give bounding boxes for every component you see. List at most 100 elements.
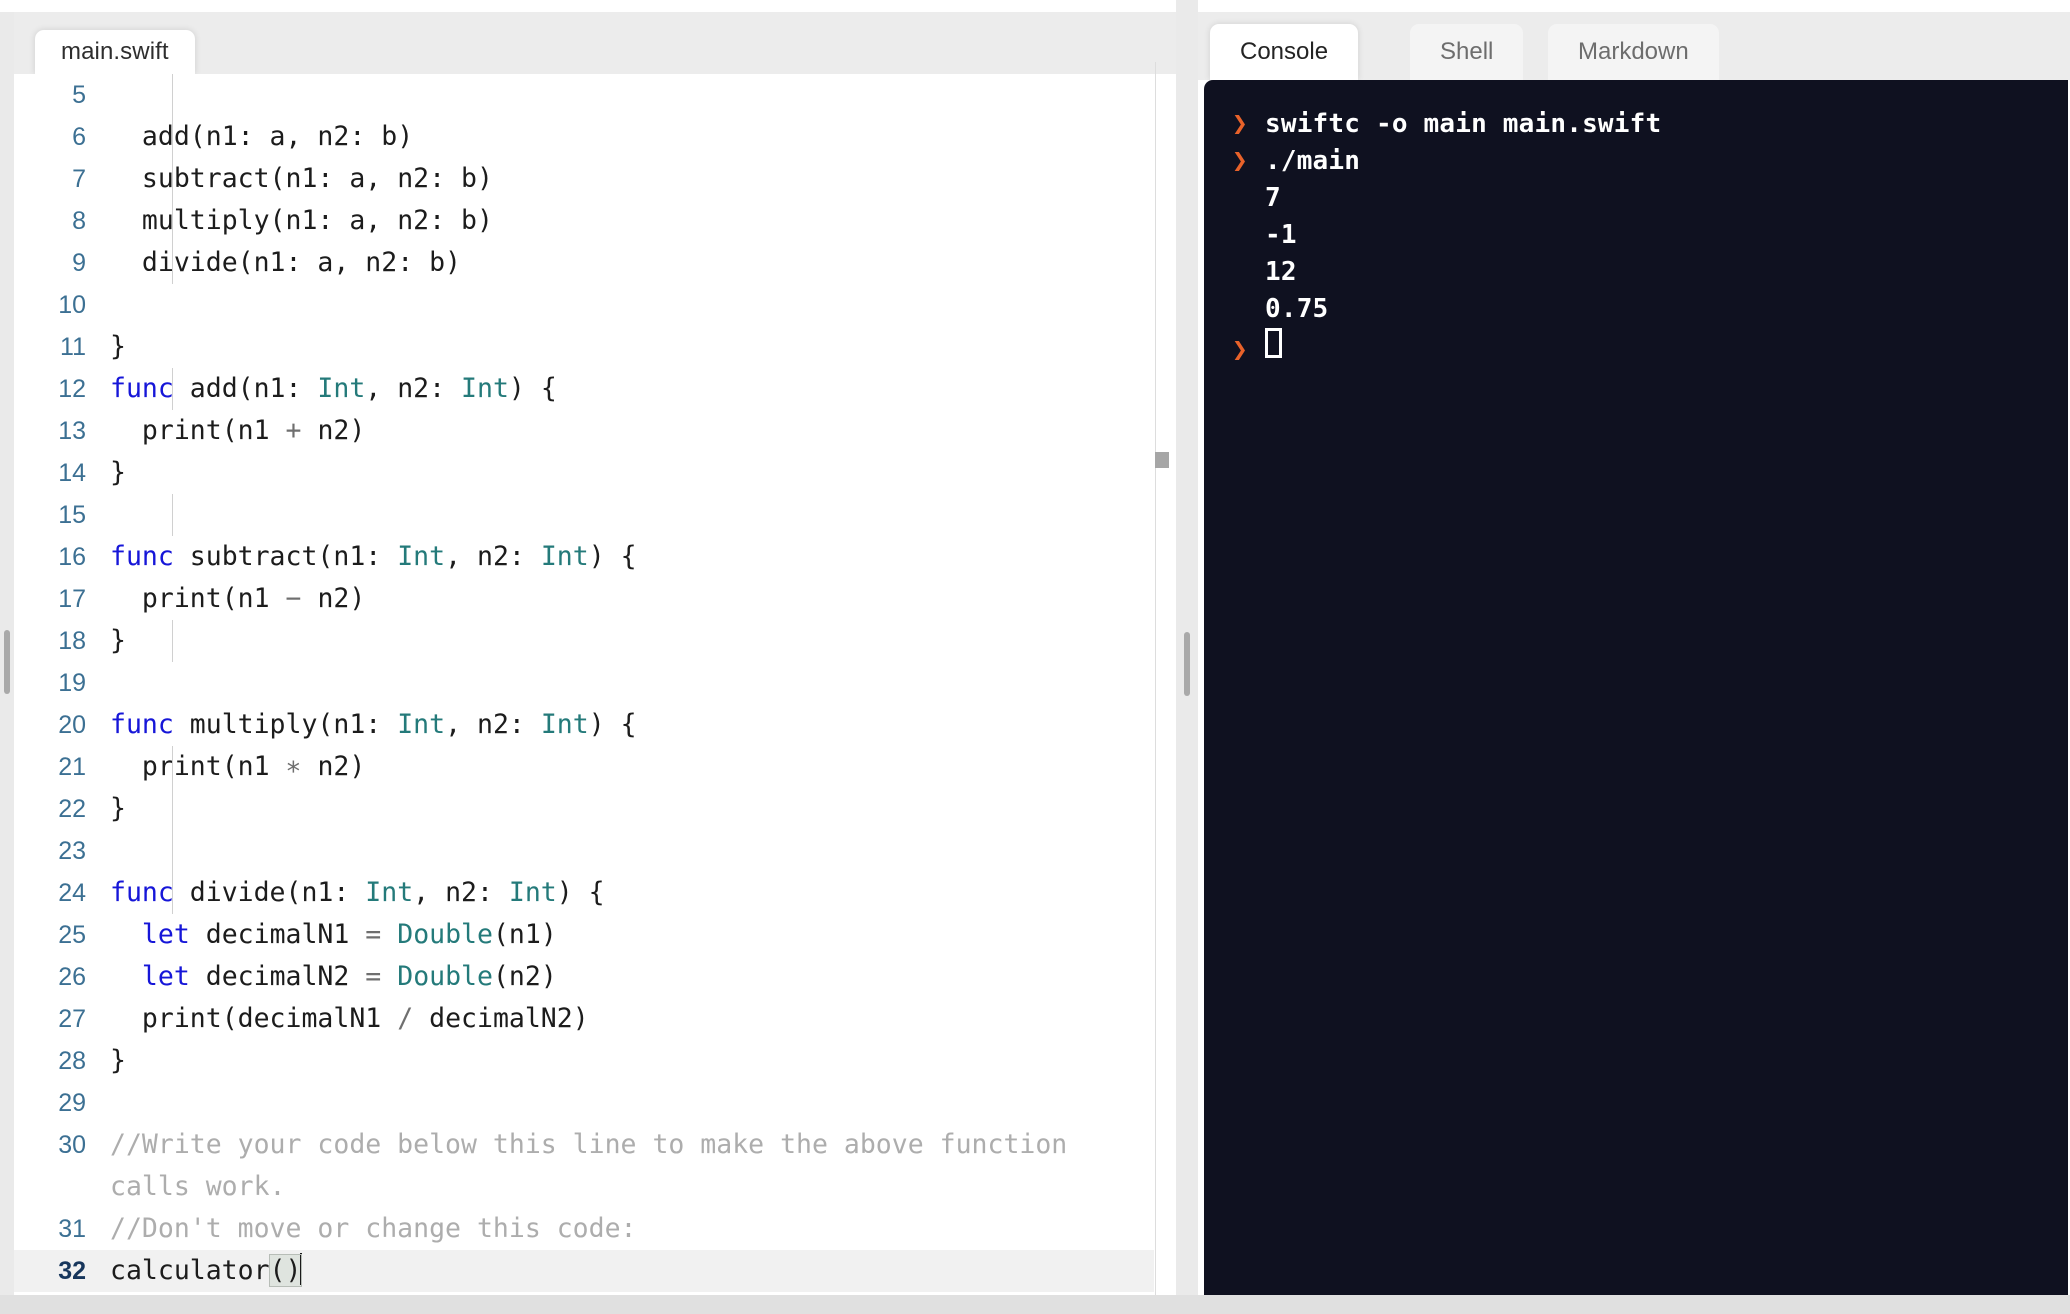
code-line[interactable]: 28}	[14, 1040, 1154, 1082]
code-token-plain: divide(n1: a, n2: b)	[110, 247, 462, 278]
code-line[interactable]: 7 subtract(n1: a, n2: b)	[14, 158, 1154, 200]
line-number: 6	[72, 123, 86, 151]
code-token-plain: ) {	[588, 541, 637, 572]
code-line[interactable]: 22}	[14, 788, 1154, 830]
code-line[interactable]: 24 func divide(n1: Int, n2: Int) {	[14, 872, 1154, 914]
indent-guide	[172, 74, 173, 284]
code-token-plain: , n2:	[413, 877, 509, 908]
line-number: 24	[58, 879, 86, 907]
line-number: 17	[58, 585, 86, 613]
code-token-plain: multiply(n1:	[173, 709, 398, 740]
code-line[interactable]: 10	[14, 284, 1154, 326]
line-number: 14	[58, 459, 86, 487]
tab-shell[interactable]: Shell	[1410, 24, 1524, 80]
code-line[interactable]: 14}	[14, 452, 1154, 494]
text-caret	[300, 1253, 303, 1285]
console-line: ❯	[1232, 328, 2068, 365]
code-line[interactable]: 23	[14, 830, 1154, 872]
console-output-value: 7	[1265, 183, 1281, 213]
console-line: 7	[1232, 180, 2068, 217]
code-line[interactable]: 15	[14, 494, 1154, 536]
tab-console-label: Console	[1240, 38, 1329, 65]
prompt-chevron-icon: ❯	[1232, 109, 1248, 139]
code-token-plain: calculator	[110, 1255, 270, 1286]
code-token-kw: func	[110, 709, 174, 740]
code-line[interactable]: 21 print(n1 ∗ n2)	[14, 746, 1154, 788]
code-line[interactable]: 18}	[14, 620, 1154, 662]
code-token-plain: (n2)	[492, 961, 557, 992]
line-text: subtract(n1: a, n2: b)	[110, 158, 1154, 200]
code-line[interactable]: 25 let decimalN1 = Double(n1)	[14, 914, 1154, 956]
code-token-plain: , n2:	[365, 373, 462, 404]
line-number: 13	[58, 417, 86, 445]
code-line[interactable]: 9 divide(n1: a, n2: b)	[14, 242, 1154, 284]
code-line[interactable]: 5	[14, 74, 1154, 116]
code-token-type: Int	[397, 541, 446, 572]
left-splitter-grip[interactable]	[4, 630, 10, 694]
editor-scroll-container[interactable]: 56 add(n1: a, n2: b) 7 subtract(n1: a, n2…	[14, 74, 1176, 1314]
line-text: }	[110, 620, 1154, 662]
code-token-plain: print(decimalN1	[110, 1003, 398, 1034]
indent-guide	[172, 494, 173, 536]
console-output-value: -1	[1265, 220, 1297, 250]
code-line[interactable]: 13 print(n1 + n2)	[14, 410, 1154, 452]
code-token-op: −	[285, 583, 302, 614]
line-text: print(n1 ∗ n2)	[110, 746, 1154, 788]
code-token-plain: decimalN2	[189, 961, 366, 992]
console-tab-bar: Console Shell Markdown	[1198, 12, 2070, 80]
center-pane-splitter[interactable]	[1176, 0, 1198, 1314]
code-line[interactable]: 31 //Don't move or change this code:	[14, 1208, 1154, 1250]
code-line[interactable]: 8 multiply(n1: a, n2: b)	[14, 200, 1154, 242]
tab-markdown[interactable]: Markdown	[1548, 24, 1719, 80]
code-token-type: Int	[365, 877, 414, 908]
line-text: let decimalN1 = Double(n1)	[110, 914, 1154, 956]
code-line[interactable]: 27 print(decimalN1 / decimalN2)	[14, 998, 1154, 1040]
code-line[interactable]: 6 add(n1: a, n2: b)	[14, 116, 1154, 158]
tab-shell-label: Shell	[1440, 38, 1494, 65]
console-output-value: 12	[1265, 257, 1297, 287]
line-number: 18	[58, 627, 86, 655]
code-line[interactable]: 17 print(n1 − n2)	[14, 578, 1154, 620]
tab-main-swift[interactable]: main.swift	[35, 30, 195, 74]
center-splitter-grip[interactable]	[1184, 632, 1190, 696]
code-token-plain: , n2:	[445, 541, 541, 572]
editor-tab-bar: main.swift	[14, 12, 1176, 74]
console-line: 0.75	[1232, 291, 2068, 328]
code-line[interactable]: 16 func subtract(n1: Int, n2: Int) {	[14, 536, 1154, 578]
left-pane-splitter[interactable]	[0, 12, 14, 1314]
console-line: ❯ ./main	[1232, 143, 2068, 180]
line-number: 29	[58, 1089, 86, 1117]
line-text: }	[110, 788, 1154, 830]
code-line[interactable]: 20 func multiply(n1: Int, n2: Int) {	[14, 704, 1154, 746]
line-number: 20	[58, 711, 86, 739]
code-token-plain: }	[110, 331, 126, 362]
code-line[interactable]: 19	[14, 662, 1154, 704]
code-token-op: =	[365, 961, 382, 992]
editor-pane: main.swift 56 add(n1: a, n2: b) 7 subtrac…	[14, 12, 1176, 1314]
line-number: 26	[58, 963, 86, 991]
code-line[interactable]: 26 let decimalN2 = Double(n2)	[14, 956, 1154, 998]
code-token-op: =	[365, 919, 382, 950]
line-number: 21	[58, 753, 86, 781]
code-line[interactable]: 30 //Write your code below this line to m…	[14, 1124, 1154, 1208]
code-content[interactable]: 56 add(n1: a, n2: b) 7 subtract(n1: a, n2…	[14, 74, 1154, 1292]
line-number: 12	[58, 375, 86, 403]
code-line[interactable]: 32 calculator()	[14, 1250, 1154, 1292]
code-token-op: +	[285, 415, 302, 446]
code-token-op: /	[397, 1003, 414, 1034]
code-line[interactable]: 29	[14, 1082, 1154, 1124]
tab-console[interactable]: Console	[1210, 24, 1359, 80]
code-line[interactable]: 11}	[14, 326, 1154, 368]
code-token-plain: print(n1	[110, 751, 286, 782]
prompt-chevron-icon: ❯	[1232, 146, 1248, 176]
line-text: //Write your code below this line to mak…	[110, 1124, 1154, 1208]
editor-scrollbar-thumb[interactable]	[1155, 452, 1169, 468]
bracket-match-highlight: ()	[268, 1254, 303, 1287]
console-output[interactable]: ❯ swiftc -o main main.swift ❯ ./main 7 -1 12 0.…	[1204, 80, 2068, 1295]
code-line[interactable]: 12 func add(n1: Int, n2: Int) {	[14, 368, 1154, 410]
code-token-plain: }	[110, 457, 126, 488]
line-number: 15	[58, 501, 86, 529]
console-block-caret	[1265, 328, 1282, 358]
